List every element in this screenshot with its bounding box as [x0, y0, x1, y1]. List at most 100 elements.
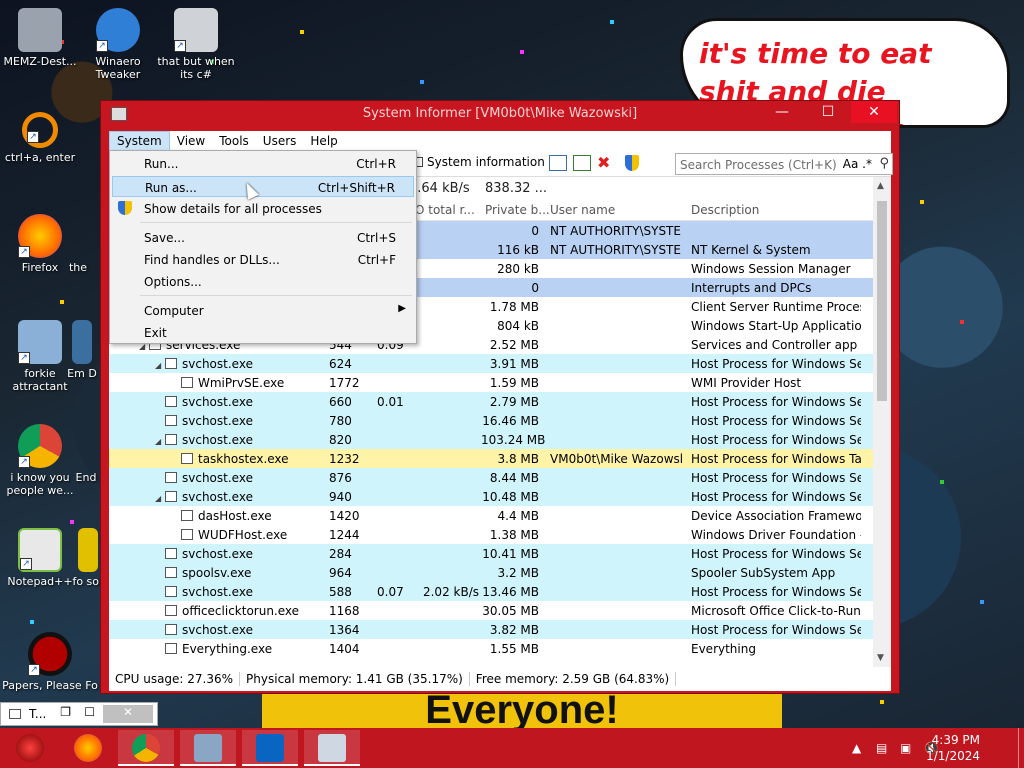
- desktop-icon-papers-please[interactable]: ↗ Papers, Please Fo: [0, 632, 100, 692]
- table-row[interactable]: svchost.exe 284 10.41 MB Host Process for W…: [109, 544, 873, 563]
- search-options[interactable]: Aa .*: [843, 157, 872, 171]
- minimized-window[interactable]: T... ❐ ☐ ✕: [0, 702, 158, 726]
- taskbar-app[interactable]: [180, 730, 236, 766]
- shield-icon[interactable]: [625, 155, 639, 171]
- table-row[interactable]: WUDFHost.exe 1244 1.38 MB Windows Driver Fo…: [109, 525, 873, 544]
- desktop-icon-winaero[interactable]: ↗ Winaero Tweaker: [78, 8, 158, 81]
- taskbar-chrome[interactable]: [118, 730, 174, 766]
- table-row[interactable]: dasHost.exe 1420 4.4 MB Device Association …: [109, 506, 873, 525]
- window-icon[interactable]: [549, 155, 567, 171]
- window-go-icon[interactable]: [573, 155, 591, 171]
- pid-cell: 1244: [329, 528, 360, 542]
- table-row[interactable]: ◢ svchost.exe 624 3.91 MB Host Process for W…: [109, 354, 873, 373]
- expand-arrow-icon[interactable]: ◢: [155, 437, 165, 446]
- table-row[interactable]: WmiPrvSE.exe 1772 1.59 MB WMI Provider Host: [109, 373, 873, 392]
- taskbar-memz[interactable]: [2, 730, 58, 766]
- cpu-cell: 0.01: [377, 395, 404, 409]
- expand-arrow-icon[interactable]: ◢: [155, 494, 165, 503]
- menu-item-find-handles[interactable]: Find handles or DLLs... Ctrl+F: [112, 249, 414, 270]
- search-processes-input[interactable]: Search Processes (Ctrl+K) Aa .* ⚲: [675, 153, 893, 175]
- menu-help[interactable]: Help: [303, 131, 344, 151]
- clock-time: 4:39 PM: [931, 733, 980, 747]
- desktop-icon-memz[interactable]: MEMZ-Dest...: [0, 8, 80, 68]
- minimize-button[interactable]: —: [759, 101, 805, 123]
- pid-cell: 964: [329, 566, 352, 580]
- restore-icon[interactable]: ❐: [60, 705, 71, 719]
- scroll-up-icon[interactable]: ▲: [877, 181, 884, 191]
- description-cell: Host Process for Windows Ser...: [691, 623, 861, 637]
- close-icon[interactable]: ✕: [103, 705, 153, 723]
- menu-view[interactable]: View: [170, 131, 212, 151]
- private-bytes-cell: 3.2 MB: [497, 566, 539, 580]
- desktop-icon-label: Papers, Please Fo: [2, 679, 98, 692]
- table-row[interactable]: ◢ svchost.exe 940 10.48 MB Host Process for …: [109, 487, 873, 506]
- show-desktop-button[interactable]: [1018, 728, 1024, 768]
- desktop-icon-notepadpp[interactable]: ↗ Notepad++: [0, 528, 80, 588]
- table-row[interactable]: svchost.exe 780 16.46 MB Host Process for W…: [109, 411, 873, 430]
- menu-item-run-as[interactable]: Run as... Ctrl+Shift+R: [112, 176, 414, 197]
- shortcut-arrow-icon: ↗: [18, 352, 30, 364]
- scrollbar-thumb[interactable]: [877, 201, 887, 401]
- description-column-header[interactable]: Description: [691, 203, 759, 217]
- cpu-usage-status: CPU usage: 27.36%: [109, 672, 241, 686]
- io-total-column-header[interactable]: O total r...: [415, 203, 475, 217]
- maximize-icon[interactable]: ☐: [84, 705, 95, 719]
- menu-item-options[interactable]: Options...: [112, 271, 414, 292]
- desktop-icon-the[interactable]: the: [58, 214, 98, 274]
- description-cell: Host Process for Windows Tas...: [691, 452, 861, 466]
- desktop-icon-em[interactable]: Em D: [62, 320, 102, 380]
- maximize-button[interactable]: ☐: [805, 101, 851, 123]
- table-row[interactable]: svchost.exe 1364 3.82 MB Host Process for W…: [109, 620, 873, 639]
- process-icon: [165, 624, 177, 635]
- process-name-text: dasHost.exe: [198, 509, 272, 523]
- taskbar-clock[interactable]: 4:39 PM 1/1/2024: [926, 732, 980, 764]
- desktop-icon-that-but-when[interactable]: ↗ that but when its c#: [156, 8, 236, 81]
- menu-item-exit[interactable]: Exit: [112, 322, 414, 343]
- taskbar-outlook[interactable]: [242, 730, 298, 766]
- user-name-column-header[interactable]: User name: [550, 203, 615, 217]
- process-name-text: officeclicktorun.exe: [182, 604, 300, 618]
- menu-item-save[interactable]: Save... Ctrl+S: [112, 227, 414, 248]
- table-row[interactable]: svchost.exe 876 8.44 MB Host Process for Wi…: [109, 468, 873, 487]
- system-information-button[interactable]: System information: [409, 155, 545, 169]
- vertical-scrollbar[interactable]: ▲ ▼: [873, 177, 891, 667]
- table-row[interactable]: svchost.exe 588 0.07 2.02 kB/s 13.46 MB Host …: [109, 582, 873, 601]
- search-icon[interactable]: ⚲: [879, 156, 889, 171]
- menu-tools[interactable]: Tools: [212, 131, 256, 151]
- description-cell: Microsoft Office Click-to-Run: [691, 604, 861, 618]
- table-row[interactable]: svchost.exe 660 0.01 2.79 MB Host Process fo…: [109, 392, 873, 411]
- table-row[interactable]: officeclicktorun.exe 1168 30.05 MB Microsof…: [109, 601, 873, 620]
- tray-overflow-icon[interactable]: ▲: [852, 741, 861, 755]
- table-row[interactable]: Everything.exe 1404 1.55 MB Everything: [109, 639, 873, 658]
- title-bar[interactable]: System Informer [VM0b0t\Mike Wazowski] —…: [101, 101, 899, 127]
- private-bytes-column-header[interactable]: Private b...: [485, 203, 550, 217]
- menu-item-show-details[interactable]: Show details for all processes: [112, 198, 414, 219]
- scroll-down-icon[interactable]: ▼: [877, 653, 884, 663]
- private-bytes-cell: 1.38 MB: [489, 528, 539, 542]
- expand-arrow-icon[interactable]: ◢: [155, 361, 165, 370]
- pid-cell: 876: [329, 471, 352, 485]
- display-icon[interactable]: ▣: [900, 741, 911, 755]
- menu-item-computer[interactable]: Computer ▶: [112, 300, 414, 321]
- menu-users[interactable]: Users: [256, 131, 304, 151]
- taskbar-firefox[interactable]: [60, 730, 116, 766]
- taskbar-system-informer[interactable]: [304, 730, 360, 766]
- process-name-text: WmiPrvSE.exe: [198, 376, 285, 390]
- private-bytes-cell: 0: [531, 281, 539, 295]
- desktop-icon-ctrl-a[interactable]: ↗ ctrl+a, enter: [0, 112, 80, 164]
- table-row[interactable]: taskhostex.exe 1232 3.8 MB VM0b0t\Mike Wazo…: [109, 449, 873, 468]
- description-cell: Host Process for Windows Ser...: [691, 471, 861, 485]
- network-icon[interactable]: ▤: [876, 741, 887, 755]
- menu-system[interactable]: System: [109, 131, 170, 151]
- process-name-cell: spoolsv.exe: [155, 566, 251, 580]
- notepad-plus-plus-icon: ↗: [18, 528, 62, 572]
- process-name-cell: svchost.exe: [155, 414, 253, 428]
- description-cell: Windows Driver Foundation - ...: [691, 528, 861, 542]
- process-name-cell: ◢ svchost.exe: [155, 357, 253, 371]
- menu-item-run[interactable]: Run... Ctrl+R: [112, 153, 414, 174]
- process-icon: [165, 643, 177, 654]
- table-row[interactable]: ◢ svchost.exe 820 103.24 MB Host Process for…: [109, 430, 873, 449]
- close-button[interactable]: ✕: [851, 101, 897, 123]
- table-row[interactable]: spoolsv.exe 964 3.2 MB Spooler SubSystem Ap…: [109, 563, 873, 582]
- terminate-icon[interactable]: ✖: [597, 155, 615, 171]
